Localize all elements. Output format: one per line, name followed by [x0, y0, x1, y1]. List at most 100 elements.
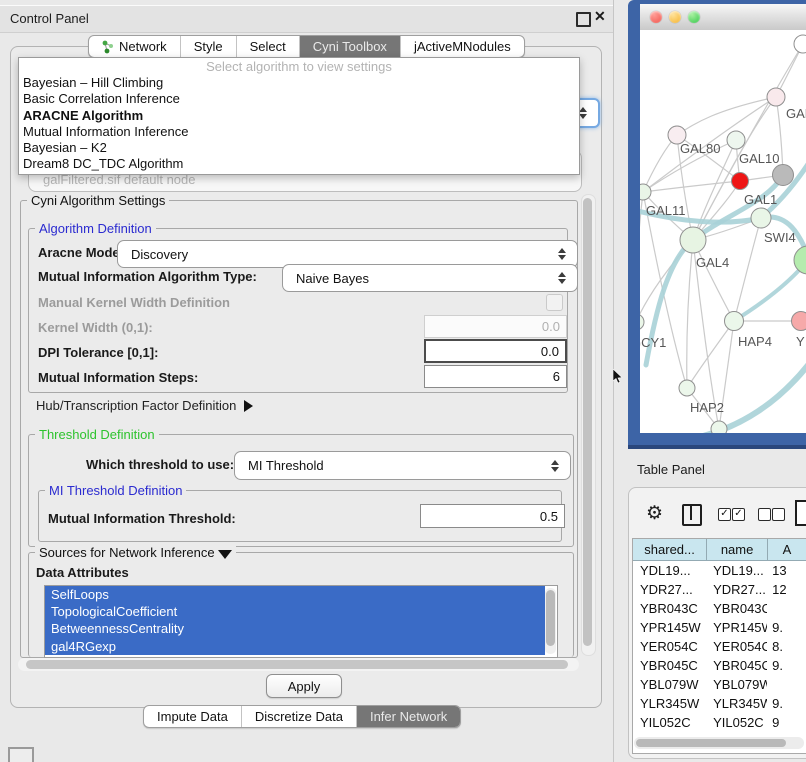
tab-label: Cyni Toolbox — [313, 39, 387, 54]
collapse-down-icon[interactable] — [218, 550, 232, 559]
tab-select[interactable]: Select — [236, 36, 299, 57]
mouse-cursor-icon — [613, 369, 623, 384]
attribute-list-item[interactable]: TopologicalCoefficient — [45, 603, 545, 620]
mi-algorithm-type-combobox[interactable]: Naive Bayes — [282, 264, 578, 292]
close-traffic-light-icon[interactable] — [650, 11, 662, 23]
network-edge — [643, 135, 677, 192]
network-icon — [102, 40, 114, 54]
tab-infer-network[interactable]: Infer Network — [356, 706, 460, 727]
split-columns-icon[interactable] — [682, 504, 702, 526]
tab-impute-data[interactable]: Impute Data — [144, 706, 241, 727]
close-icon[interactable]: ✕ — [594, 8, 606, 25]
node-green-cut[interactable] — [794, 246, 806, 274]
table-cell: YDR27... — [633, 580, 707, 599]
node-gal10[interactable] — [727, 131, 745, 149]
algorithm-option[interactable]: Dream8 DC_TDC Algorithm — [19, 156, 579, 172]
zoom-traffic-light-icon[interactable] — [688, 11, 700, 23]
cyni-bottom-tabs: Impute DataDiscretize DataInfer Network — [143, 705, 461, 728]
select-all-checkbox-icon[interactable]: ✓ — [718, 508, 731, 521]
table-row[interactable]: YBR045CYBR045C9. — [633, 656, 806, 675]
node-gal4[interactable] — [680, 227, 706, 253]
table-hscrollbar-thumb[interactable] — [636, 739, 786, 747]
tab-discretize-data[interactable]: Discretize Data — [241, 706, 356, 727]
which-threshold-combobox[interactable]: MI Threshold — [234, 451, 571, 480]
kernel-width-field[interactable]: 0.0 — [424, 315, 567, 338]
algorithm-option[interactable]: Basic Correlation Inference — [19, 91, 579, 107]
settings-horizontal-scrollbar[interactable] — [18, 658, 579, 671]
algorithm-dropdown-placeholder: Select algorithm to view settings — [19, 58, 579, 75]
table-row[interactable]: YPR145WYPR145W9. — [633, 618, 806, 637]
attributes-scrollbar[interactable] — [545, 588, 556, 654]
tab-style[interactable]: Style — [180, 36, 236, 57]
combo-arrows-icon — [558, 272, 566, 284]
node-hap2[interactable] — [679, 380, 695, 396]
column-header-3[interactable]: A — [768, 539, 806, 561]
node-gcy1[interactable] — [640, 314, 644, 330]
sources-toggle[interactable]: Sources for Network Inference — [35, 545, 236, 560]
node-bottom-cut[interactable] — [711, 421, 727, 433]
node-gray[interactable] — [773, 165, 794, 186]
table-row[interactable]: YIL052CYIL052C9 — [633, 713, 806, 732]
manual-kernel-width-label: Manual Kernel Width Definition — [38, 296, 230, 310]
minimize-traffic-light-icon[interactable] — [669, 11, 681, 23]
algorithm-option[interactable]: ARACNE Algorithm — [19, 108, 579, 124]
node-gal11[interactable] — [640, 184, 651, 200]
node-gal-cut[interactable] — [767, 88, 785, 106]
algorithm-option[interactable]: Mutual Information Inference — [19, 124, 579, 140]
table-cell: 13 — [767, 561, 806, 580]
float-window-icon[interactable] — [576, 12, 591, 27]
table-row[interactable]: YBR043CYBR043C — [633, 599, 806, 618]
hub-definition-toggle[interactable]: Hub/Transcription Factor Definition — [36, 399, 253, 413]
dpi-tolerance-field[interactable]: 0.0 — [424, 339, 567, 363]
threshold-definition-title: Threshold Definition — [35, 427, 159, 442]
attribute-list-item[interactable]: gal4RGexp — [45, 638, 545, 655]
node-gal1[interactable] — [732, 173, 749, 190]
node-swi4[interactable] — [751, 208, 771, 228]
attribute-list-item[interactable]: BetweennessCentrality — [45, 620, 545, 637]
tab-cyni-toolbox[interactable]: Cyni Toolbox — [299, 36, 400, 57]
table-row[interactable]: YER054CYER054C8. — [633, 637, 806, 656]
algorithm-option[interactable]: Bayesian – K2 — [19, 140, 579, 156]
node-hap4[interactable] — [725, 312, 744, 331]
deselect-all-checkbox-icon[interactable] — [758, 508, 771, 521]
apply-button[interactable]: Apply — [266, 674, 342, 698]
table-cell: YLR345W — [707, 694, 767, 713]
node-top-cut[interactable] — [794, 35, 806, 53]
attribute-list-item[interactable]: SelfLoops — [45, 586, 545, 603]
select-all-checkbox-icon[interactable]: ✓ — [732, 508, 745, 521]
expand-right-icon[interactable] — [244, 400, 253, 412]
column-header-2[interactable]: name — [707, 539, 768, 561]
mi-steps-field[interactable]: 6 — [424, 365, 567, 388]
table-row[interactable]: YLR345WYLR345W9. — [633, 694, 806, 713]
tab-network[interactable]: Network — [89, 36, 180, 57]
network-window[interactable]: GALGAL80GAL10GAL1GAL11SWI4GAL4GCY1HAP4YH… — [628, 0, 806, 449]
which-threshold-label: Which threshold to use: — [86, 458, 234, 472]
tab-jactivemnodules[interactable]: jActiveMNodules — [400, 36, 524, 57]
network-view[interactable]: GALGAL80GAL10GAL1GAL11SWI4GAL4GCY1HAP4YH… — [640, 30, 806, 433]
node-y-cut[interactable] — [792, 312, 806, 331]
manual-kernel-width-checkbox[interactable] — [546, 294, 563, 311]
document-icon[interactable] — [795, 500, 806, 526]
settings-scrollbar-thumb[interactable] — [583, 198, 592, 646]
mi-threshold-field[interactable]: 0.5 — [420, 504, 565, 528]
column-header-1[interactable]: shared... — [633, 539, 707, 561]
table-cell: YBR043C — [707, 599, 767, 618]
table-row[interactable]: YBL079WYBL079W — [633, 675, 806, 694]
network-window-titlebar[interactable] — [640, 4, 806, 31]
network-edge — [687, 240, 693, 388]
attributes-scrollbar-thumb[interactable] — [546, 590, 555, 646]
deselect-all-checkbox-icon[interactable] — [772, 508, 785, 521]
settings-hscrollbar-thumb[interactable] — [26, 660, 568, 669]
combo-arrows-icon — [579, 107, 587, 119]
table-cell: 12 — [767, 580, 806, 599]
table-horizontal-scrollbar[interactable] — [634, 737, 804, 749]
algorithm-option[interactable]: Bayesian – Hill Climbing — [19, 75, 579, 91]
table-cell: YDL19... — [633, 561, 707, 580]
tab-label: jActiveMNodules — [414, 39, 511, 54]
node-label: GAL — [786, 106, 806, 121]
table-row[interactable]: YDL19...YDL19...13 — [633, 561, 806, 580]
gear-icon[interactable]: ⚙ — [646, 502, 663, 525]
settings-vertical-scrollbar[interactable] — [581, 194, 596, 656]
table-row[interactable]: YDR27...YDR27...12 — [633, 580, 806, 599]
kernel-width-label: Kernel Width (0,1): — [38, 321, 153, 335]
